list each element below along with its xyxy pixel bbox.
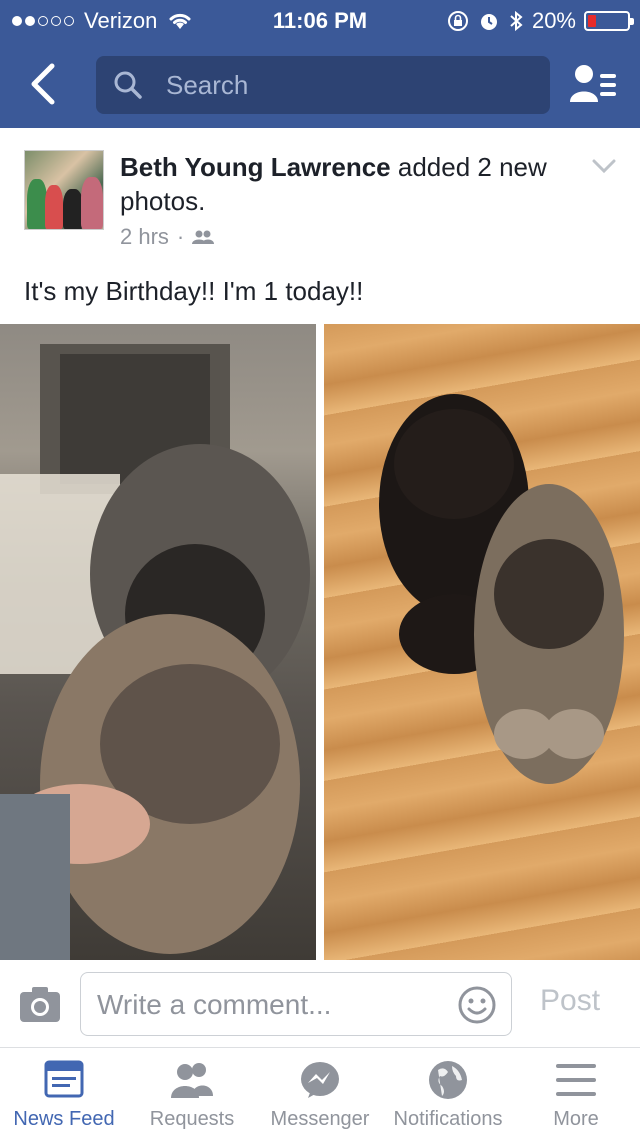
post-meta: 2 hrs · <box>120 224 215 250</box>
rotation-lock-icon <box>447 11 468 31</box>
photo-dog-closeup[interactable] <box>0 324 316 960</box>
comment-bar: Post <box>0 960 640 1048</box>
post-comment-button[interactable]: Post <box>540 984 600 1018</box>
nav-bar <box>0 40 640 128</box>
friends-icon <box>192 230 215 244</box>
battery-percent: 20% <box>531 8 576 33</box>
post-header: Beth Young Lawrence added 2 new photos. … <box>0 128 640 324</box>
comment-input[interactable] <box>97 989 437 1021</box>
tab-label: Requests <box>149 1108 235 1130</box>
requests-icon <box>171 1063 213 1098</box>
news-feed-icon <box>44 1060 84 1098</box>
meta-separator: · <box>176 224 185 249</box>
alarm-icon <box>480 14 497 30</box>
photo-two-dogs-on-floor[interactable] <box>324 324 640 960</box>
avatar[interactable] <box>24 150 104 230</box>
tab-notifications[interactable]: Notifications <box>384 1048 512 1136</box>
back-arrow-icon[interactable] <box>24 60 64 108</box>
tab-requests[interactable]: Requests <box>128 1048 256 1136</box>
tab-messenger[interactable]: Messenger <box>256 1048 384 1136</box>
tab-news-feed[interactable]: News Feed <box>0 1048 128 1136</box>
post-author-line: Beth Young Lawrence added 2 new photos. <box>120 150 560 218</box>
search-icon <box>114 71 142 99</box>
status-bar: Verizon 11:06 PM 20% <box>0 0 640 40</box>
chevron-down-icon[interactable] <box>592 158 616 174</box>
tab-label: News Feed <box>13 1108 115 1130</box>
comment-box[interactable] <box>80 972 512 1036</box>
post-time[interactable]: 2 hrs <box>120 224 169 250</box>
tab-label: Notifications <box>393 1108 503 1130</box>
post-caption: It's my Birthday!! I'm 1 today!! <box>24 276 364 306</box>
friends-list-icon[interactable] <box>568 62 618 106</box>
photo-grid <box>0 324 640 960</box>
smiley-icon[interactable] <box>457 985 497 1025</box>
tab-label: Messenger <box>270 1108 370 1130</box>
search-bar[interactable] <box>96 56 550 114</box>
author-name[interactable]: Beth Young Lawrence <box>120 152 391 182</box>
camera-icon[interactable] <box>18 984 62 1024</box>
battery-icon <box>584 11 634 31</box>
globe-icon <box>429 1061 467 1099</box>
app-header: Verizon 11:06 PM 20% <box>0 0 640 128</box>
tab-more[interactable]: More <box>512 1048 640 1136</box>
bluetooth-icon <box>510 10 523 32</box>
messenger-icon <box>301 1062 339 1098</box>
menu-icon <box>556 1064 596 1096</box>
tab-bar: News Feed Requests Messenger Notificatio… <box>0 1048 640 1136</box>
search-input[interactable] <box>166 69 526 101</box>
tab-label: More <box>553 1108 599 1130</box>
